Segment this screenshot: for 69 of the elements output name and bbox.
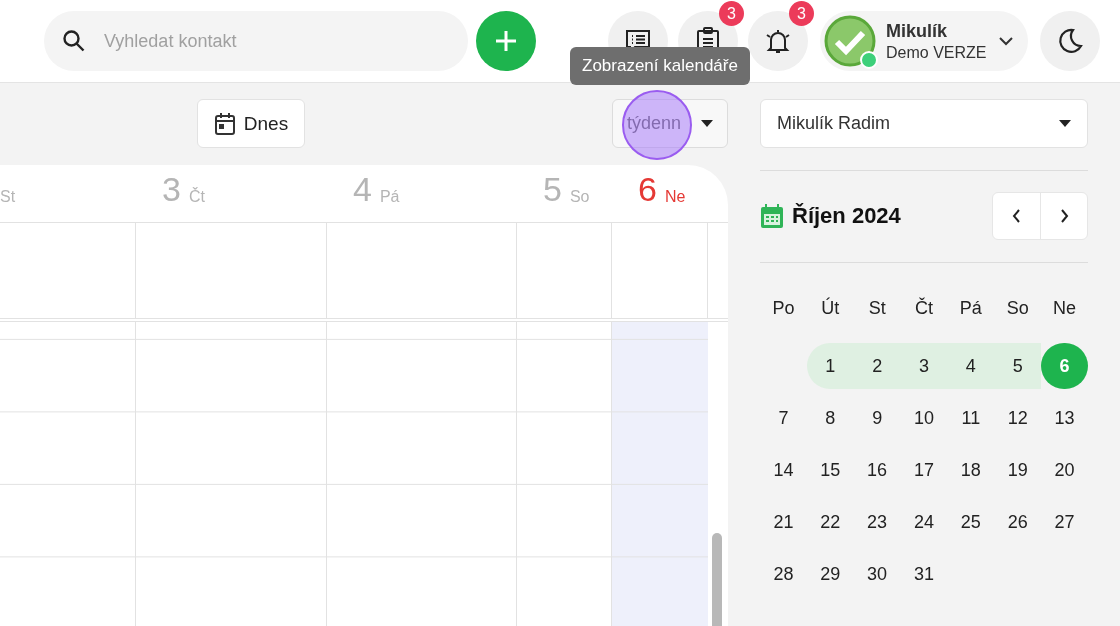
calendar-day[interactable]: 20: [1041, 447, 1088, 493]
calendar-day[interactable]: 19: [994, 447, 1042, 493]
day-name: So: [569, 188, 590, 206]
chevron-right-icon: [1059, 209, 1069, 223]
tooltip: Zobrazení kalendáře: [570, 47, 750, 85]
calendar-day[interactable]: 12: [994, 395, 1042, 441]
day-name: St: [0, 188, 16, 206]
calendar-day[interactable]: 24: [900, 499, 948, 545]
calendar-day[interactable]: 5: [994, 343, 1042, 389]
calendar-day[interactable]: 7: [760, 395, 807, 441]
notification-badge: 3: [719, 1, 744, 26]
user-subtitle: Demo VERZE: [886, 43, 987, 62]
calendar-day[interactable]: 9: [853, 395, 901, 441]
caret-icon: [1059, 120, 1071, 127]
day-number: 5: [543, 172, 562, 206]
notification-badge: 3: [789, 1, 814, 26]
calendar-day[interactable]: 28: [760, 551, 807, 597]
calendar-icon: [213, 111, 236, 136]
scrollbar-thumb[interactable]: [712, 533, 722, 626]
weekday-label: So: [1005, 297, 1030, 319]
profile-menu[interactable]: Mikulík Demo VERZE: [820, 11, 1028, 71]
day-name: Čt: [188, 188, 205, 206]
calendar-day[interactable]: 23: [853, 499, 901, 545]
calendar-day[interactable]: 26: [994, 499, 1042, 545]
chevron-down-icon: [998, 36, 1014, 46]
weekday-label: Pá: [958, 297, 983, 319]
calendar-day[interactable]: 8: [806, 395, 854, 441]
avatar-check-icon: [824, 15, 876, 67]
calendar-day[interactable]: 10: [900, 395, 948, 441]
weekday-label: St: [867, 297, 887, 319]
month-title: Říjen 2024: [792, 203, 901, 229]
add-button[interactable]: [476, 11, 536, 71]
calendar-day[interactable]: 27: [1041, 499, 1088, 545]
caret-icon: [701, 120, 713, 127]
calendar-day[interactable]: 18: [947, 447, 995, 493]
calendar-day[interactable]: 22: [806, 499, 854, 545]
calendar-day[interactable]: 4: [947, 343, 995, 389]
calendar-day[interactable]: 13: [1041, 395, 1088, 441]
calendar-day[interactable]: 16: [853, 447, 901, 493]
calendar-day[interactable]: 30: [853, 551, 901, 597]
calendar-icon: [760, 203, 784, 229]
calendar-day[interactable]: 1: [806, 343, 854, 389]
weekday-label: Čt: [914, 297, 934, 319]
day-name: Pá: [379, 188, 400, 206]
calendar-day[interactable]: 14: [760, 447, 807, 493]
weekday-label: Po: [771, 297, 796, 319]
today-button[interactable]: Dnes: [197, 99, 305, 148]
weekday-label: Út: [820, 297, 841, 319]
search-icon: [62, 29, 86, 53]
calendar-day[interactable]: 29: [806, 551, 854, 597]
person-select[interactable]: Mikulík Radim: [760, 99, 1088, 148]
search-field[interactable]: Vyhledat kontakt: [44, 11, 468, 71]
calendar-day[interactable]: 3: [900, 343, 948, 389]
calendar-day[interactable]: 21: [760, 499, 807, 545]
plus-icon: [495, 30, 517, 52]
calendar-day[interactable]: 17: [900, 447, 948, 493]
day-name: Ne: [664, 188, 686, 206]
calendar-day[interactable]: 2: [853, 343, 901, 389]
day-number: 6: [638, 172, 657, 206]
day-number: 4: [353, 172, 372, 206]
calendar-day[interactable]: 11: [947, 395, 995, 441]
user-name: Mikulík: [886, 20, 947, 42]
moon-icon: [1056, 27, 1084, 55]
calendar-day[interactable]: 25: [947, 499, 995, 545]
calendar-day[interactable]: 31: [900, 551, 948, 597]
chevron-left-icon: [1012, 209, 1021, 223]
calendar-day[interactable]: 15: [806, 447, 854, 493]
weekday-label: Ne: [1052, 297, 1078, 319]
day-number: 3: [162, 172, 181, 206]
